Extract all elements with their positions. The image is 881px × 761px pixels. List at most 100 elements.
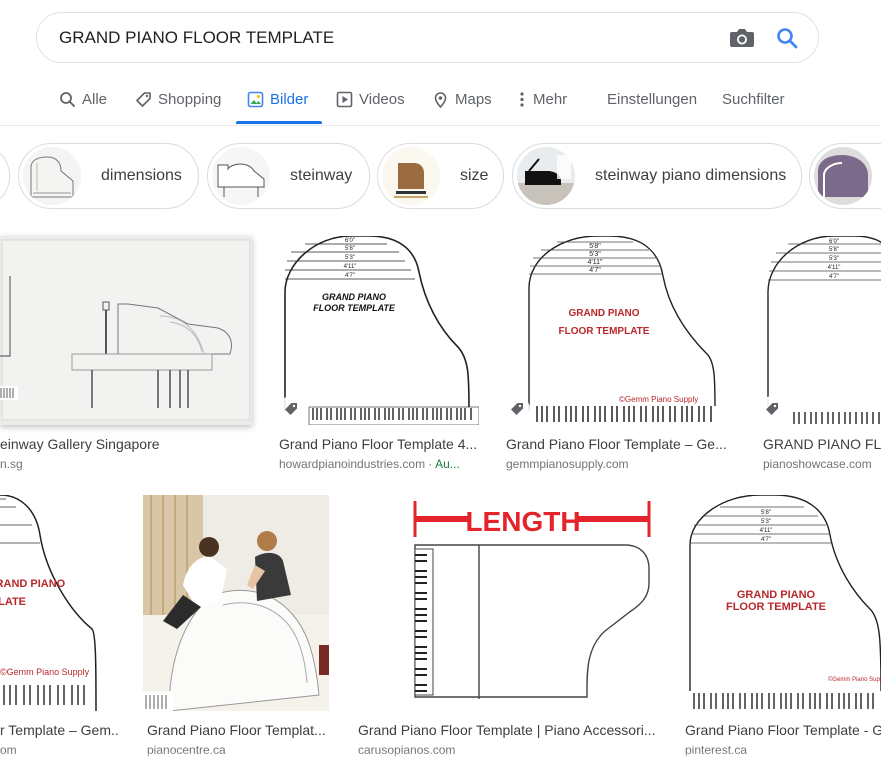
template-text: FLOOR TEMPLATE <box>0 596 26 608</box>
result-source[interactable]: gemmpianosupply.com <box>506 457 736 471</box>
chip-thumbnail <box>212 147 270 205</box>
tab-maps[interactable]: Maps <box>432 78 492 124</box>
search-input[interactable] <box>59 25 699 51</box>
size-label: 4'11" <box>828 265 841 271</box>
size-label: 6'0" <box>345 238 355 244</box>
length-label: LENGTH <box>465 506 580 537</box>
photo-thumbnail <box>143 495 329 711</box>
result-thumbnail[interactable]: LENGTH <box>353 495 658 711</box>
template-text: FLOOR TEMPLATE <box>726 601 826 613</box>
availability-badge: Au... <box>435 457 460 471</box>
piano-template-thumbnail: GRAND PIANO FLOOR TEMPLATE ©Gemm Piano S… <box>0 495 120 711</box>
chip-dimensions[interactable]: dimensions <box>18 143 199 209</box>
tag-icon <box>136 92 151 107</box>
chip-partial[interactable] <box>809 143 881 209</box>
template-text: GRAND PIANO <box>568 308 639 319</box>
search-box[interactable] <box>36 12 819 63</box>
result-thumbnail[interactable]: 5'8" 5'3" 4'11" 4'7" GRAND PIANO FLOOR T… <box>501 236 736 425</box>
chip-steinway-piano-dimensions[interactable]: steinway piano dimensions <box>512 143 802 209</box>
result-thumbnail[interactable]: GRAND PIANO FLOOR TEMPLATE ©Gemm Piano S… <box>0 495 120 711</box>
watermark-text: ©Gemm Piano Supply <box>828 676 881 683</box>
product-tag-icon[interactable] <box>504 396 530 422</box>
result-source[interactable]: pianoshowcase.com <box>763 457 881 471</box>
search-tabs: Alle Shopping Bilder Videos Maps Mehr Ei… <box>0 78 881 124</box>
result-title[interactable]: r Template – Gem... <box>0 722 120 738</box>
result-title[interactable]: Grand Piano Floor Template 4... <box>279 436 479 452</box>
related-searches: dimensions steinway size steinway piano … <box>0 143 881 211</box>
product-tag-icon[interactable] <box>278 396 304 422</box>
result-thumbnail[interactable] <box>0 236 252 425</box>
chip-label: steinway piano dimensions <box>595 167 787 184</box>
size-label: 4'7" <box>761 537 771 543</box>
chip-label: steinway <box>290 167 353 184</box>
size-label: 5'3" <box>345 255 355 261</box>
bottom-fade <box>0 752 881 761</box>
camera-icon[interactable] <box>729 27 755 49</box>
source-domain: howardpianoindustries.com · <box>279 457 436 471</box>
tab-shopping[interactable]: Shopping <box>135 78 221 124</box>
size-label: 5'8" <box>829 247 839 253</box>
tab-label: Maps <box>455 91 492 108</box>
tabs-divider <box>0 125 881 126</box>
watermark-text: ©Gemm Piano Supply <box>0 667 90 677</box>
watermark-text: ©Gemm Piano Supply <box>619 395 698 404</box>
size-label: 5'3" <box>829 256 839 262</box>
template-text: GRAND PIANO <box>737 589 816 601</box>
result-title[interactable]: GRAND PIANO FLO <box>763 436 881 452</box>
size-label: 4'11" <box>588 259 603 266</box>
template-text: FLOOR TEMPLATE <box>559 326 650 337</box>
size-label: 5'3" <box>589 251 601 258</box>
size-label: 5'8" <box>589 243 601 250</box>
size-label: 4'11" <box>344 264 357 270</box>
result-title[interactable]: Grand Piano Floor Template - Ge <box>685 722 881 738</box>
tab-label: Bilder <box>270 91 309 108</box>
result-thumbnail[interactable]: 6'0" 5'8" 5'3" 4'11" 4'7" GRAND PIANO FL… <box>275 236 479 425</box>
image-icon <box>247 91 264 108</box>
piano-length-thumbnail: LENGTH <box>353 495 658 711</box>
result-title[interactable]: Grand Piano Floor Template | Piano Acces… <box>358 722 658 738</box>
video-icon <box>336 91 353 108</box>
result-title[interactable]: Grand Piano Floor Templat... <box>147 722 329 738</box>
tab-label: Alle <box>82 91 108 108</box>
product-tag-icon[interactable] <box>759 396 785 422</box>
tab-label: Videos <box>359 91 405 108</box>
chip-partial[interactable] <box>0 143 10 209</box>
result-source[interactable]: howardpianoindustries.com · Au... <box>279 457 479 471</box>
size-label: 4'7" <box>345 273 355 279</box>
tab-more[interactable]: Mehr <box>517 78 567 124</box>
tab-all[interactable]: Alle <box>59 78 107 124</box>
tab-images[interactable]: Bilder <box>236 78 322 124</box>
tab-label: Mehr <box>533 91 568 108</box>
search-icon <box>60 92 76 108</box>
search-filters-link[interactable]: Suchfilter <box>722 78 785 124</box>
chip-thumbnail <box>23 147 81 205</box>
tab-label: Shopping <box>158 91 222 108</box>
template-text: GRAND PIANO <box>0 578 66 590</box>
size-label: 4'11" <box>760 528 773 534</box>
settings-link[interactable]: Einstellungen <box>607 78 697 124</box>
chip-label: size <box>460 167 489 184</box>
result-title[interactable]: Grand Piano Floor Template – Ge... <box>506 436 736 452</box>
result-title[interactable]: einway Gallery Singapore <box>0 436 252 452</box>
tab-videos[interactable]: Videos <box>336 78 405 124</box>
result-thumbnail[interactable] <box>143 495 329 711</box>
size-label: 4'7" <box>589 267 601 274</box>
result-thumbnail[interactable]: 6'0" 5'8" 5'3" 4'11" 4'7" <box>758 236 881 425</box>
search-icon[interactable] <box>775 26 799 50</box>
result-thumbnail[interactable]: 5'8" 5'3" 4'11" 4'7" GRAND PIANO FLOOR T… <box>680 495 881 711</box>
chip-thumbnail <box>814 147 872 205</box>
chip-thumbnail <box>517 147 575 205</box>
piano-template-thumbnail: 5'8" 5'3" 4'11" 4'7" GRAND PIANO FLOOR T… <box>501 236 736 425</box>
chip-steinway[interactable]: steinway <box>207 143 370 209</box>
result-source[interactable]: n.sg <box>0 457 252 471</box>
settings-label: Einstellungen <box>607 91 698 108</box>
chip-thumbnail <box>382 147 440 205</box>
size-label: 5'3" <box>761 519 771 525</box>
chip-label: dimensions <box>101 167 182 184</box>
map-pin-icon <box>434 92 447 108</box>
size-label: 4'7" <box>829 274 839 280</box>
size-label: 5'8" <box>761 510 771 516</box>
chip-size[interactable]: size <box>377 143 504 209</box>
piano-template-thumbnail: 6'0" 5'8" 5'3" 4'11" 4'7" GRAND PIANO FL… <box>275 236 479 425</box>
template-text: FLOOR TEMPLATE <box>313 303 396 313</box>
